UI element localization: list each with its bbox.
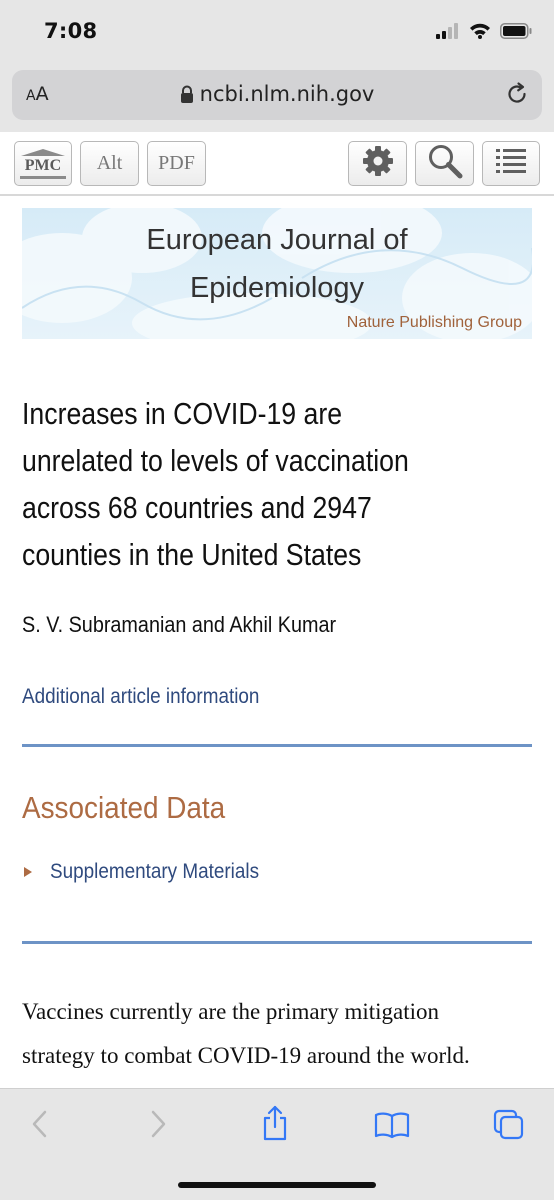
- journal-banner[interactable]: European Journal of Epidemiology Nature …: [22, 208, 532, 339]
- article-title-line: across 68 countries and 2947: [22, 490, 372, 525]
- forward-icon[interactable]: [148, 1109, 168, 1144]
- search-icon: [426, 142, 464, 186]
- pdf-button[interactable]: PDF: [147, 141, 206, 186]
- reload-icon[interactable]: [504, 81, 530, 112]
- tabs-icon[interactable]: [493, 1109, 525, 1146]
- expand-triangle-icon: [24, 867, 32, 877]
- section-divider: [22, 744, 532, 747]
- gear-icon: [360, 143, 396, 185]
- section-divider: [22, 941, 532, 944]
- wifi-icon: [469, 22, 491, 44]
- home-indicator[interactable]: [178, 1182, 376, 1188]
- contents-menu-button[interactable]: [482, 141, 540, 186]
- supplementary-materials-link[interactable]: Supplementary Materials: [50, 860, 259, 884]
- status-time: 7:08: [44, 19, 98, 43]
- status-icons: [436, 22, 532, 44]
- pmc-logo: PMC: [20, 148, 66, 179]
- url-display[interactable]: ncbi.nlm.nih.gov: [12, 82, 542, 108]
- pmc-home-button[interactable]: PMC: [14, 141, 72, 186]
- publisher-name: Nature Publishing Group: [346, 314, 522, 331]
- url-text: ncbi.nlm.nih.gov: [199, 82, 375, 106]
- status-bar: 7:08: [0, 0, 554, 66]
- article-title-line: Increases in COVID-19 are: [22, 396, 343, 431]
- pmc-toolbar: PMC Alt PDF: [0, 132, 554, 196]
- article-body-text: Vaccines currently are the primary mitig…: [22, 999, 470, 1068]
- article-title: Increases in COVID-19 are unrelated to l…: [22, 390, 529, 578]
- search-button[interactable]: [415, 141, 474, 186]
- address-bar[interactable]: AA ncbi.nlm.nih.gov: [12, 70, 542, 120]
- lock-icon: [180, 84, 194, 108]
- alt-button[interactable]: Alt: [80, 141, 139, 186]
- additional-article-info-link[interactable]: Additional article information: [22, 685, 259, 709]
- article-title-line: counties in the United States: [22, 537, 362, 572]
- settings-button[interactable]: [348, 141, 407, 186]
- back-icon[interactable]: [30, 1109, 50, 1144]
- browser-top: AA ncbi.nlm.nih.gov: [0, 66, 554, 132]
- share-icon[interactable]: [260, 1105, 290, 1146]
- article-authors[interactable]: S. V. Subramanian and Akhil Kumar: [22, 612, 336, 638]
- associated-data-heading: Associated Data: [22, 790, 226, 825]
- cellular-signal-icon: [436, 22, 460, 44]
- bookmarks-icon[interactable]: [374, 1111, 410, 1144]
- supplementary-materials-toggle[interactable]: Supplementary Materials: [22, 860, 282, 884]
- article-title-line: unrelated to levels of vaccination: [22, 443, 409, 478]
- list-icon: [496, 148, 526, 180]
- journal-title: European Journal of Epidemiology: [146, 224, 408, 304]
- battery-icon: [500, 22, 532, 44]
